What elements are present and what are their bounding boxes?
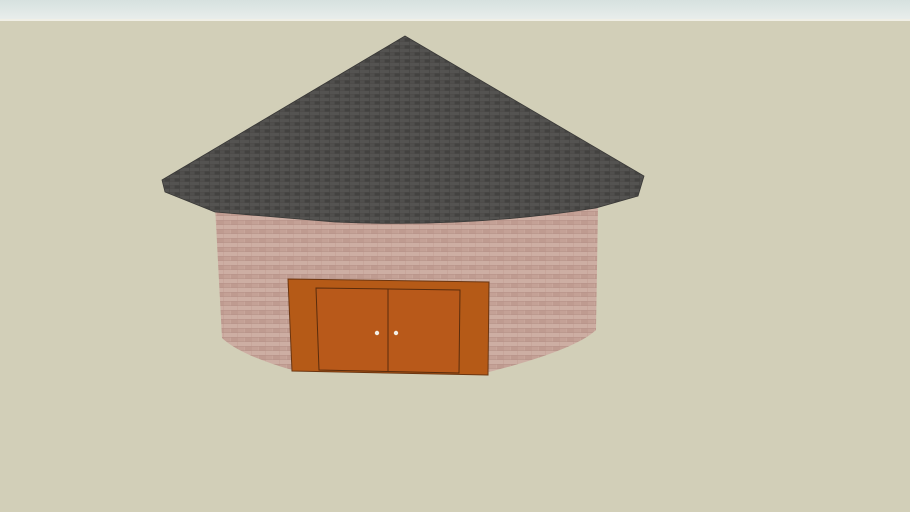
double-door[interactable] xyxy=(287,278,490,376)
hut-roof xyxy=(161,35,645,224)
hut-model xyxy=(161,35,645,376)
door-knob-right xyxy=(393,330,399,336)
door-knob-left xyxy=(374,330,380,336)
